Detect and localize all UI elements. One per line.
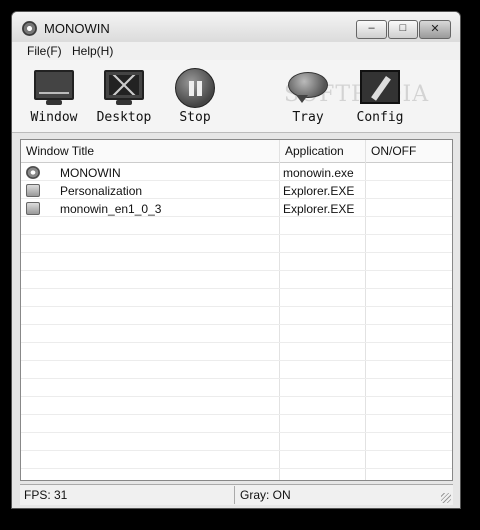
- app-icon[interactable]: [22, 21, 37, 36]
- row-divider: [21, 270, 452, 271]
- tray-button-label: Tray: [292, 110, 324, 125]
- window-button[interactable]: Window: [19, 68, 89, 125]
- close-button[interactable]: ✕: [419, 20, 451, 39]
- window-monitor-icon: [32, 68, 76, 106]
- table-row[interactable]: monowin_en1_0_3 Explorer.EXE: [21, 200, 452, 218]
- row-divider: [21, 378, 452, 379]
- row-divider: [21, 234, 452, 235]
- row-divider: [21, 468, 452, 469]
- menu-bar: File(F) Help(H): [12, 42, 460, 60]
- row-application: monowin.exe: [283, 166, 354, 180]
- row-divider: [21, 450, 452, 451]
- list-header: Window Title Application ON/OFF: [21, 140, 452, 163]
- row-divider: [21, 306, 452, 307]
- title-bar[interactable]: MONOWIN – □ ✕: [12, 12, 460, 46]
- gear-icon: [26, 166, 40, 179]
- app-window: MONOWIN – □ ✕ File(F) Help(H) SOFTPEDIA …: [11, 11, 461, 509]
- maximize-button[interactable]: □: [388, 20, 418, 39]
- status-divider: [234, 486, 235, 504]
- minimize-icon: –: [368, 22, 375, 34]
- maximize-icon: □: [399, 22, 407, 34]
- column-application[interactable]: Application: [285, 144, 344, 158]
- menu-file[interactable]: File(F): [27, 44, 62, 58]
- fps-status: FPS: 31: [24, 488, 68, 502]
- row-window-title: monowin_en1_0_3: [60, 202, 162, 216]
- row-divider: [21, 288, 452, 289]
- window-button-label: Window: [30, 110, 78, 125]
- pencil-icon: [358, 68, 402, 106]
- desktop-button-label: Desktop: [96, 110, 152, 125]
- window-title: MONOWIN: [44, 21, 110, 36]
- gray-status: Gray: ON: [240, 488, 291, 502]
- minimize-button[interactable]: –: [356, 20, 387, 39]
- column-on-off[interactable]: ON/OFF: [371, 144, 416, 158]
- row-divider: [21, 432, 452, 433]
- table-row[interactable]: MONOWIN monowin.exe: [21, 164, 452, 182]
- row-divider: [21, 396, 452, 397]
- menu-help[interactable]: Help(H): [72, 44, 113, 58]
- resize-grip-icon[interactable]: [441, 493, 451, 503]
- window-list[interactable]: Window Title Application ON/OFF MONOWIN …: [20, 139, 453, 481]
- stop-button-label: Stop: [179, 110, 211, 125]
- row-application: Explorer.EXE: [283, 202, 355, 216]
- status-bar: FPS: 31 Gray: ON: [20, 484, 453, 505]
- stop-button[interactable]: Stop: [160, 68, 230, 125]
- speech-bubble-icon: [286, 68, 330, 106]
- row-window-title: Personalization: [60, 184, 143, 198]
- config-button[interactable]: Config: [345, 68, 415, 125]
- folder-icon: [26, 202, 40, 215]
- pause-icon: [173, 68, 217, 108]
- close-icon: ✕: [430, 23, 440, 35]
- row-divider: [21, 324, 452, 325]
- row-window-title: MONOWIN: [60, 166, 121, 180]
- table-row[interactable]: Personalization Explorer.EXE: [21, 182, 452, 200]
- toolbar: SOFTPEDIA Window Desktop Stop Tray Confi…: [12, 60, 460, 133]
- row-divider: [21, 252, 452, 253]
- folder-icon: [26, 184, 40, 197]
- row-divider: [21, 342, 452, 343]
- row-divider: [21, 414, 452, 415]
- desktop-button[interactable]: Desktop: [89, 68, 159, 125]
- desktop-monitor-icon: [102, 68, 146, 106]
- row-divider: [21, 360, 452, 361]
- row-application: Explorer.EXE: [283, 184, 355, 198]
- config-button-label: Config: [356, 110, 404, 125]
- column-window-title[interactable]: Window Title: [26, 144, 94, 158]
- tray-button[interactable]: Tray: [273, 68, 343, 125]
